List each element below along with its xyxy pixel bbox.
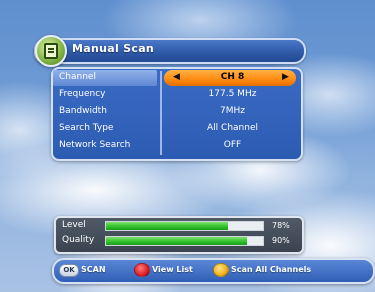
arrow-right-icon[interactable]: ▶ bbox=[282, 72, 289, 82]
scan-settings-icon bbox=[35, 35, 67, 67]
network-search-row[interactable]: Network Search OFF bbox=[53, 138, 299, 154]
frequency-label: Frequency bbox=[59, 89, 106, 99]
level-bar-fill bbox=[106, 222, 229, 230]
quality-label: Quality bbox=[62, 235, 95, 245]
bandwidth-value[interactable]: 7MHz bbox=[166, 106, 299, 116]
channel-row[interactable]: Channel ◀ CH 8 ▶ bbox=[53, 70, 299, 86]
network-search-value[interactable]: OFF bbox=[166, 140, 299, 150]
level-bar bbox=[105, 221, 264, 231]
search-type-value[interactable]: All Channel bbox=[166, 123, 299, 133]
yellow-button-icon[interactable] bbox=[213, 263, 229, 277]
bandwidth-row[interactable]: Bandwidth 7MHz bbox=[53, 104, 299, 120]
frequency-value[interactable]: 177.5 MHz bbox=[166, 89, 299, 99]
search-type-label: Search Type bbox=[59, 123, 114, 133]
quality-bar-fill bbox=[106, 237, 248, 245]
frequency-row[interactable]: Frequency 177.5 MHz bbox=[53, 87, 299, 103]
view-list-hint[interactable]: View List bbox=[152, 265, 193, 274]
bandwidth-label: Bandwidth bbox=[59, 106, 107, 116]
channel-value[interactable]: CH 8 bbox=[166, 72, 299, 82]
quality-bar bbox=[105, 236, 264, 246]
channel-label: Channel bbox=[59, 72, 96, 82]
scan-all-channels-hint[interactable]: Scan All Channels bbox=[231, 265, 311, 274]
quality-value: 90% bbox=[272, 236, 290, 245]
level-label: Level bbox=[62, 220, 86, 230]
ok-key-icon[interactable]: OK bbox=[59, 264, 79, 277]
page-title: Manual Scan bbox=[72, 42, 155, 55]
red-button-icon[interactable] bbox=[134, 263, 150, 277]
level-value: 78% bbox=[272, 221, 290, 230]
network-search-label: Network Search bbox=[59, 140, 131, 150]
scan-hint[interactable]: SCAN bbox=[81, 265, 106, 274]
search-type-row[interactable]: Search Type All Channel bbox=[53, 121, 299, 137]
